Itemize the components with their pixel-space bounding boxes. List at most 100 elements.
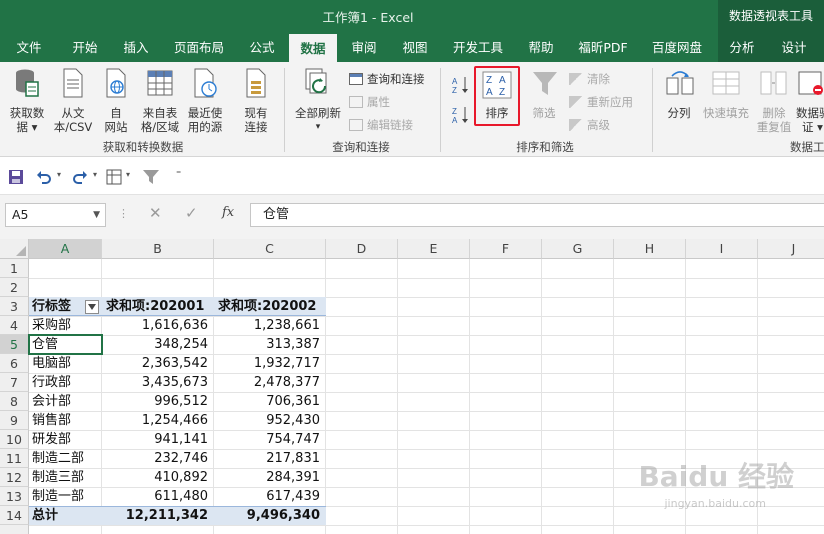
customize-qat-icon[interactable]: ⁼ [176, 169, 181, 180]
row-header-9[interactable]: 9 [0, 411, 29, 430]
sort-ascending-icon[interactable]: A Z [452, 76, 470, 94]
name-box-dropdown-icon[interactable]: ▼ [93, 204, 100, 226]
pivot-value[interactable]: 217,831 [214, 449, 326, 468]
tab-design[interactable]: 设计 [772, 33, 816, 62]
pivot-value[interactable]: 2,478,377 [214, 373, 326, 392]
pivot-row-label[interactable]: 研发部 [29, 430, 102, 449]
column-header-j[interactable]: J [758, 239, 824, 259]
pivot-row-label[interactable]: 制造三部 [29, 468, 102, 487]
refresh-all-button[interactable]: 全部刷新 ▾ [290, 68, 346, 136]
filter-funnel-icon[interactable] [142, 168, 160, 186]
pivot-value[interactable]: 617,439 [214, 487, 326, 506]
column-header-i[interactable]: I [686, 239, 758, 259]
from-text-csv-button[interactable]: 从文 本/CSV [50, 68, 96, 136]
row-header-7[interactable]: 7 [0, 373, 29, 392]
form-grid-icon[interactable] [106, 169, 122, 185]
row-header-5[interactable]: 5 [0, 335, 29, 354]
row-header-6[interactable]: 6 [0, 354, 29, 373]
pivot-value[interactable]: 1,238,661 [214, 316, 326, 335]
tab-baidu-netdisk[interactable]: 百度网盘 [643, 33, 711, 62]
pivot-row-label[interactable]: 电脑部 [29, 354, 102, 373]
row-header-2[interactable]: 2 [0, 278, 29, 297]
pivot-row-label[interactable]: 制造二部 [29, 449, 102, 468]
row-header-15[interactable] [0, 525, 29, 534]
text-to-columns-button[interactable]: 分列 [658, 68, 700, 136]
pivot-value[interactable]: 348,254 [102, 335, 214, 354]
row-header-8[interactable]: 8 [0, 392, 29, 411]
tab-home[interactable]: 开始 [62, 33, 108, 62]
pivot-row-label[interactable]: 制造一部 [29, 487, 102, 506]
pivot-value[interactable]: 284,391 [214, 468, 326, 487]
undo-dropdown-icon[interactable]: ▾ [57, 170, 61, 179]
pivot-row-label[interactable]: 销售部 [29, 411, 102, 430]
pivot-value[interactable]: 2,363,542 [102, 354, 214, 373]
pivot-sum-202002-header[interactable]: 求和项:202002 [214, 297, 326, 316]
pivot-value[interactable]: 754,747 [214, 430, 326, 449]
pivot-row-label[interactable]: 行政部 [29, 373, 102, 392]
column-header-c[interactable]: C [214, 239, 326, 259]
tab-file[interactable]: 文件 [8, 33, 50, 62]
name-box[interactable]: A5 ▼ [5, 203, 106, 227]
pivot-grand-total-value[interactable]: 9,496,340 [214, 506, 326, 525]
tab-page-layout[interactable]: 页面布局 [166, 33, 232, 62]
get-data-button[interactable]: 获取数 据 ▾ [4, 68, 50, 136]
remove-duplicates-button[interactable]: 删除 重复值 [752, 68, 796, 136]
tab-foxit-pdf[interactable]: 福昕PDF [571, 33, 635, 62]
tab-analyze[interactable]: 分析 [720, 33, 764, 62]
sort-descending-icon[interactable]: Z A [452, 106, 470, 124]
save-icon[interactable] [8, 169, 24, 185]
row-header-10[interactable]: 10 [0, 430, 29, 449]
flash-fill-button[interactable]: 快速填充 [700, 68, 752, 136]
column-header-b[interactable]: B [102, 239, 214, 259]
existing-connections-button[interactable]: 现有 连接 [236, 68, 276, 136]
column-header-h[interactable]: H [614, 239, 686, 259]
row-header-13[interactable]: 13 [0, 487, 29, 506]
from-web-button[interactable]: 自 网站 [96, 68, 136, 136]
column-header-g[interactable]: G [542, 239, 614, 259]
form-dropdown-icon[interactable]: ▾ [126, 170, 130, 179]
edit-links-button[interactable]: 编辑链接 [349, 117, 413, 133]
column-header-d[interactable]: D [326, 239, 398, 259]
column-header-f[interactable]: F [470, 239, 542, 259]
pivot-value[interactable]: 232,746 [102, 449, 214, 468]
column-header-a[interactable]: A [29, 239, 102, 259]
pivot-value[interactable]: 410,892 [102, 468, 214, 487]
data-validation-button[interactable]: 数据验 证 ▾ [796, 68, 824, 136]
row-labels-filter-button[interactable] [85, 300, 99, 314]
row-header-3[interactable]: 3 [0, 297, 29, 316]
pivot-row-label[interactable]: 采购部 [29, 316, 102, 335]
tab-help[interactable]: 帮助 [519, 33, 563, 62]
row-header-4[interactable]: 4 [0, 316, 29, 335]
tab-developer[interactable]: 开发工具 [445, 33, 511, 62]
clear-filter-button[interactable]: 清除 [569, 71, 610, 87]
pivot-value[interactable]: 1,616,636 [102, 316, 214, 335]
undo-icon[interactable] [36, 169, 52, 185]
tab-view[interactable]: 视图 [393, 33, 437, 62]
pivot-value[interactable]: 706,361 [214, 392, 326, 411]
pivot-value[interactable]: 996,512 [102, 392, 214, 411]
row-header-14[interactable]: 14 [0, 506, 29, 525]
insert-function-icon[interactable]: fx [222, 205, 234, 220]
filter-button[interactable]: 筛选 [522, 68, 566, 136]
from-table-range-button[interactable]: 来自表 格/区域 [136, 68, 184, 136]
redo-icon[interactable] [72, 169, 88, 185]
tab-data[interactable]: 数据 [289, 34, 337, 62]
pivot-grand-total-label[interactable]: 总计 [29, 506, 102, 525]
advanced-filter-button[interactable]: 高级 [569, 117, 610, 133]
select-all-corner[interactable] [0, 239, 29, 259]
properties-button[interactable]: 属性 [349, 94, 390, 110]
reapply-button[interactable]: 重新应用 [569, 94, 633, 110]
sort-button[interactable]: Z A A Z 排序 [474, 66, 520, 126]
tab-formulas[interactable]: 公式 [240, 33, 284, 62]
formula-input[interactable]: 仓管 [250, 203, 824, 227]
queries-connections-button[interactable]: 查询和连接 [349, 71, 425, 87]
pivot-value[interactable]: 1,932,717 [214, 354, 326, 373]
pivot-value[interactable]: 952,430 [214, 411, 326, 430]
pivot-value[interactable]: 1,254,466 [102, 411, 214, 430]
row-header-1[interactable]: 1 [0, 259, 29, 278]
pivot-value[interactable]: 3,435,673 [102, 373, 214, 392]
row-header-12[interactable]: 12 [0, 468, 29, 487]
pivot-value[interactable]: 313,387 [214, 335, 326, 354]
redo-dropdown-icon[interactable]: ▾ [93, 170, 97, 179]
cancel-entry-icon[interactable]: ✕ [149, 204, 162, 222]
